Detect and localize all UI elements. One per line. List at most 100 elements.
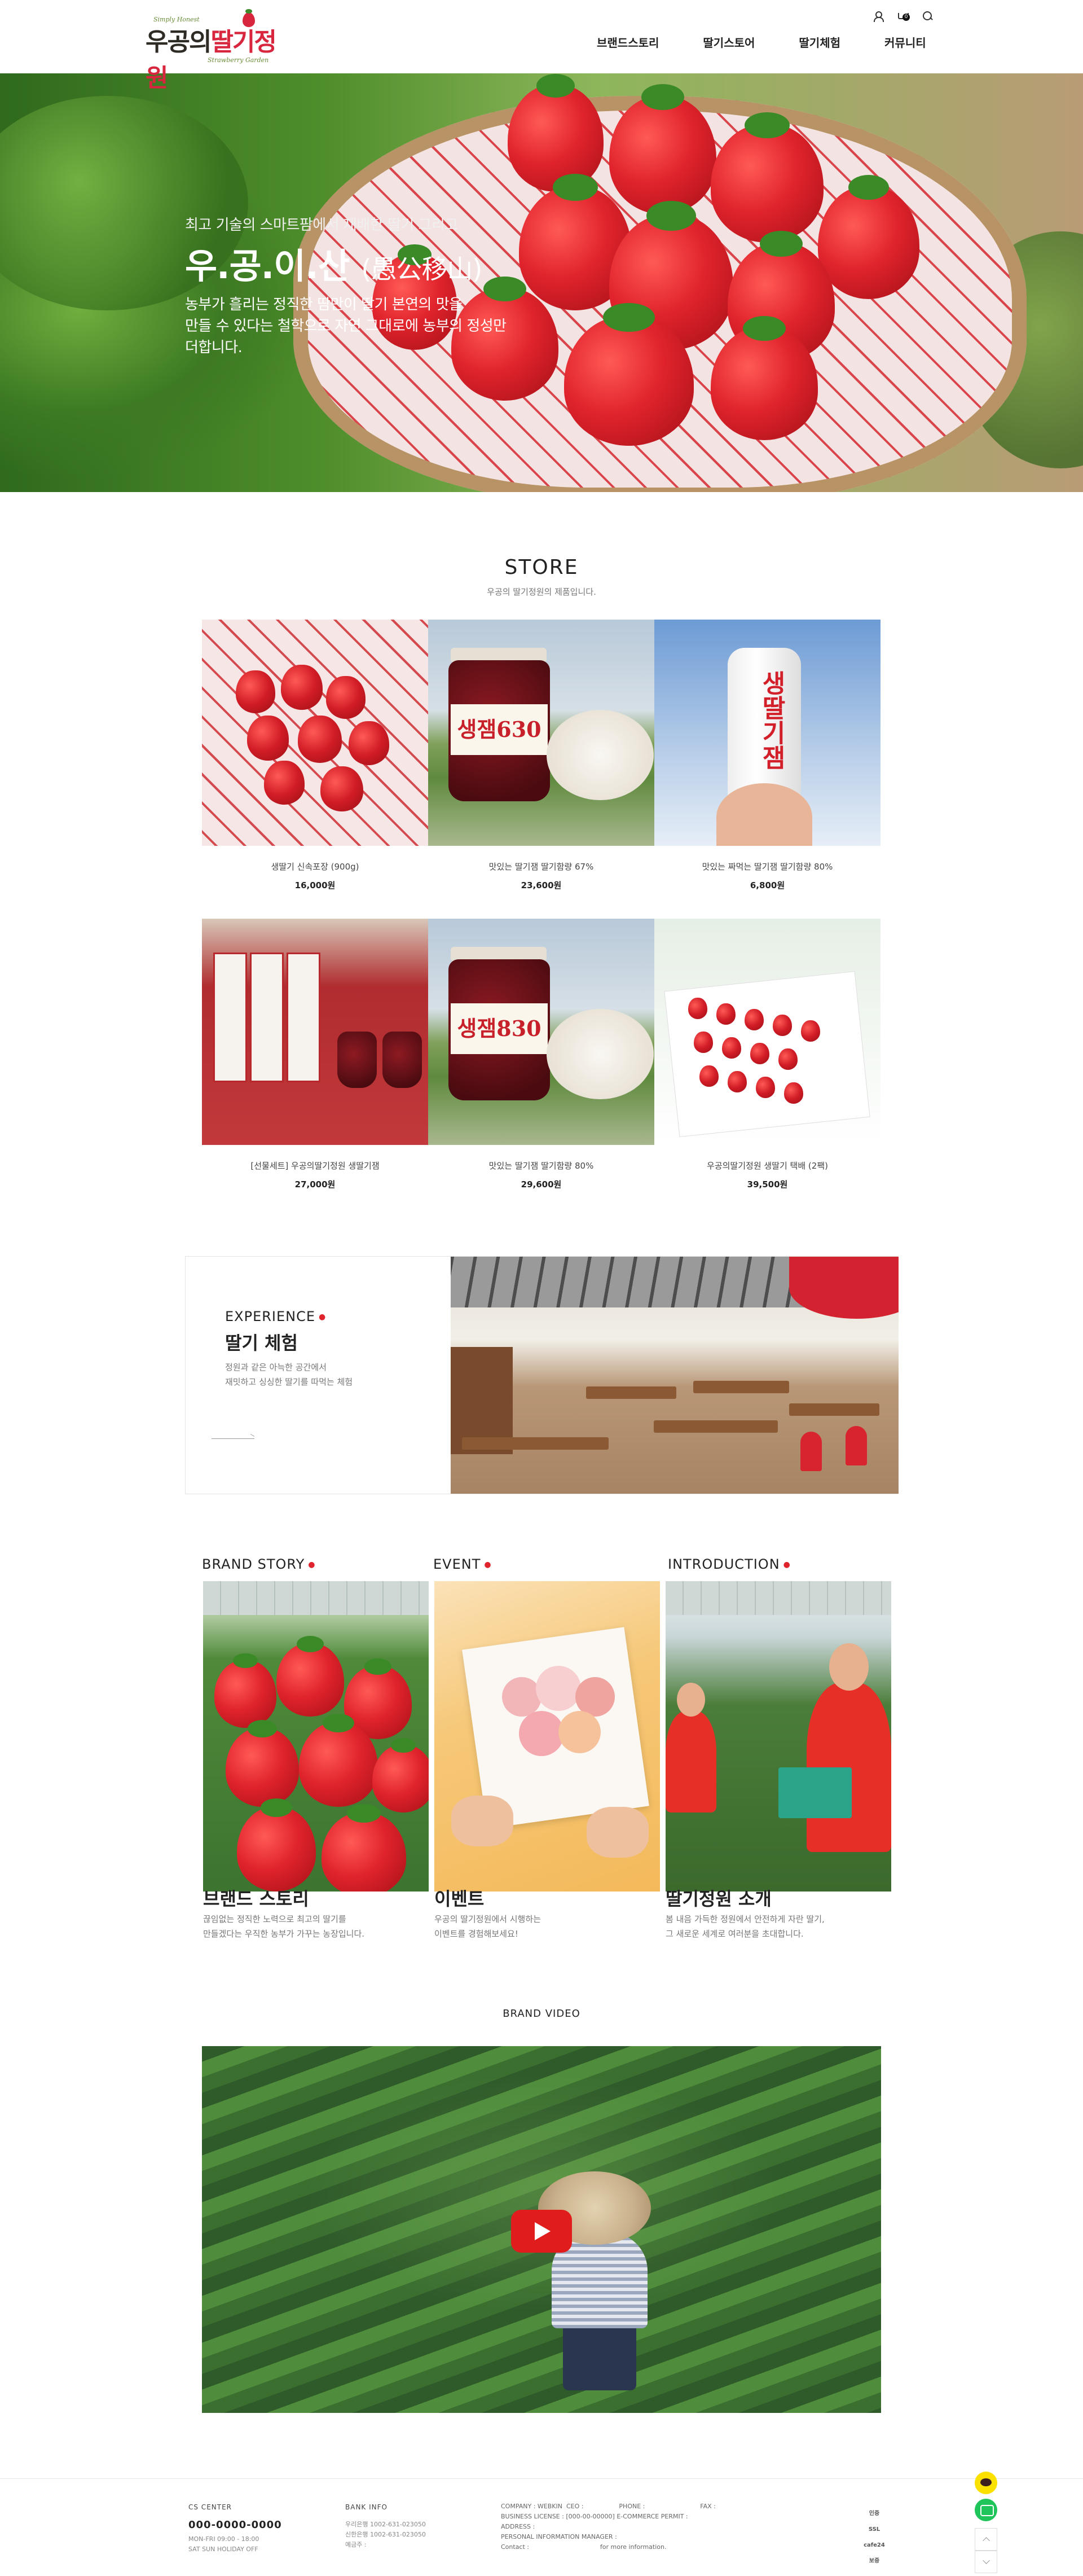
event-heading: EVENT ● xyxy=(433,1556,492,1572)
experience-description: 정원과 같은 아늑한 공간에서 재밋하고 싱싱한 딸기를 따먹는 체험 xyxy=(225,1360,417,1389)
brand-story-desc-line1: 끊임없는 정직한 노력으로 최고의 딸기를 xyxy=(203,1914,346,1924)
strawberry-image xyxy=(711,112,824,243)
product-name[interactable]: [선물세트] 우공의딸기정원 생딸기잼 xyxy=(202,1160,428,1171)
product-name[interactable]: 생딸기 신속포장 (900g) xyxy=(202,861,428,872)
product-card[interactable]: 우공의딸기정원 생딸기 택배 (2팩) 39,500원 xyxy=(654,919,881,1190)
nav-store[interactable]: 딸기스토어 xyxy=(703,34,755,50)
footer-bank-info: BANK INFO 우리은행 1002-631-023050 신한은행 1002… xyxy=(345,2502,426,2550)
footer-company-info: COMPANY : WEBKIN CEO : PHONE : FAX : BUS… xyxy=(501,2502,716,2552)
brand-story-heading: BRAND STORY ● xyxy=(202,1556,315,1572)
arrow-right-icon[interactable] xyxy=(212,1436,257,1442)
hand-image xyxy=(716,783,812,846)
product-card[interactable]: 생딸기 신속포장 (900g) 16,000원 xyxy=(202,620,428,891)
product-image[interactable] xyxy=(202,620,428,846)
cs-title: CS CENTER xyxy=(188,2503,232,2511)
farmer-woman-image xyxy=(666,1711,716,1813)
hero-desc-line3: 더합니다. xyxy=(185,339,243,356)
strawberry-image xyxy=(778,1048,798,1070)
hero-banner: 최고 기술의 스마트팜에서 재배한 딸기 그리고 우.공.이.산 (愚公移山) … xyxy=(0,73,1083,492)
event-title: 이벤트 xyxy=(434,1888,485,1910)
flower-image xyxy=(558,1711,601,1753)
experience-image[interactable] xyxy=(451,1257,899,1494)
product-card[interactable]: [선물세트] 우공의딸기정원 생딸기잼 27,000원 xyxy=(202,919,428,1190)
introduction-desc-line2: 그 새로운 세계로 여러분을 초대합니다. xyxy=(666,1929,804,1939)
company-line1: COMPANY : WEBKIN CEO : PHONE : FAX : xyxy=(501,2503,716,2510)
main-nav: 브랜드스토리 딸기스토어 딸기체험 커뮤니티 xyxy=(597,34,926,50)
product-card[interactable]: 생딸기잼 맛있는 짜먹는 딸기잼 딸기함량 80% 6,800원 xyxy=(654,620,881,891)
product-name[interactable]: 우공의딸기정원 생딸기 택배 (2팩) xyxy=(654,1160,881,1171)
talk-chat-icon[interactable] xyxy=(975,2499,997,2521)
tube-label: 생딸기잼 xyxy=(757,670,786,770)
site-logo[interactable]: Simply Honest 우공의딸기정원 Strawberry Garden xyxy=(146,9,287,93)
nav-experience[interactable]: 딸기체험 xyxy=(799,34,840,50)
cs-phone[interactable]: 000-0000-0000 xyxy=(188,2520,282,2531)
product-image[interactable] xyxy=(202,919,428,1145)
picnic-table xyxy=(654,1420,778,1433)
brand-story-image[interactable] xyxy=(203,1581,429,1892)
brand-story-desc-line2: 만들겠다는 우직한 농부가 가꾸는 농장입니다. xyxy=(203,1929,365,1939)
strawberry-image xyxy=(226,1720,299,1807)
company-line5: Contact : for more information. xyxy=(501,2543,667,2551)
product-price: 29,600원 xyxy=(521,1179,562,1190)
product-image[interactable]: 생잼630 xyxy=(428,620,654,846)
strawberry-image xyxy=(694,1032,713,1053)
logo-name-part1: 우공의 xyxy=(146,28,212,56)
strawberry-image xyxy=(699,1065,719,1087)
strawberry-image xyxy=(264,761,305,805)
product-card[interactable]: 생잼630 맛있는 딸기잼 딸기함량 67% 23,600원 xyxy=(428,620,654,891)
utility-menu: 0 xyxy=(872,10,933,22)
kakao-chat-icon[interactable] xyxy=(975,2472,997,2494)
strawberry-image xyxy=(773,1015,792,1036)
product-name[interactable]: 맛있는 짜먹는 딸기잼 딸기함량 80% xyxy=(654,861,881,872)
product-card[interactable]: 생잼830 맛있는 딸기잼 딸기함량 80% 29,600원 xyxy=(428,919,654,1190)
scroll-top-icon[interactable] xyxy=(975,2528,997,2551)
event-image[interactable] xyxy=(434,1581,660,1892)
farmer-image xyxy=(563,2323,636,2390)
cert-badge-icon[interactable]: 인증 xyxy=(857,2506,891,2522)
strawberry-image xyxy=(508,74,604,192)
flower-image xyxy=(502,1677,542,1717)
certification-badges: 인증 SSL cafe24 보증 xyxy=(857,2506,891,2569)
strawberry-image xyxy=(756,1077,775,1098)
strawberry-image xyxy=(322,1804,406,1892)
cart-count-badge: 0 xyxy=(902,14,910,21)
red-dot-icon: ● xyxy=(308,1560,316,1569)
jam-jar xyxy=(337,1032,377,1088)
nav-community[interactable]: 커뮤니티 xyxy=(884,34,926,50)
gift-item xyxy=(287,953,320,1082)
picnic-table xyxy=(586,1386,676,1399)
experience-text-panel: EXPERIENCE ● 딸기 체험 정원과 같은 아늑한 공간에서 재밋하고 싱… xyxy=(186,1257,451,1494)
strawberry-image xyxy=(237,1798,316,1892)
bank-line1: 우리은행 1002-631-023050 xyxy=(345,2521,426,2528)
cs-hours: MON-FRI 09:00 - 18:00 xyxy=(188,2535,259,2543)
flower-image xyxy=(536,1666,581,1711)
guarantee-badge-icon[interactable]: 보증 xyxy=(857,2553,891,2569)
brand-story-desc: 끊임없는 정직한 노력으로 최고의 딸기를 만들겠다는 우직한 농부가 가꾸는 … xyxy=(203,1912,429,1941)
experience-banner[interactable]: EXPERIENCE ● 딸기 체험 정원과 같은 아늑한 공간에서 재밋하고 싱… xyxy=(185,1256,899,1494)
user-icon[interactable] xyxy=(872,10,884,22)
introduction-image[interactable] xyxy=(666,1581,891,1892)
search-icon[interactable] xyxy=(922,10,933,21)
play-button-icon[interactable] xyxy=(511,2210,572,2253)
strawberry-image xyxy=(372,1738,429,1813)
brand-video-player[interactable] xyxy=(202,2046,881,2413)
product-image[interactable]: 생딸기잼 xyxy=(654,620,881,846)
product-image[interactable] xyxy=(654,919,881,1145)
face-image xyxy=(829,1643,869,1691)
scroll-bottom-icon[interactable] xyxy=(975,2551,997,2573)
site-footer: CS CENTER 000-0000-0000 MON-FRI 09:00 - … xyxy=(0,2478,1083,2576)
strawberry-image xyxy=(784,1082,803,1104)
cart-icon[interactable]: 0 xyxy=(897,10,910,21)
product-image[interactable]: 생잼830 xyxy=(428,919,654,1145)
strawberry-image xyxy=(750,1043,769,1064)
nav-brand-story[interactable]: 브랜드스토리 xyxy=(597,34,659,50)
product-name[interactable]: 맛있는 딸기잼 딸기함량 80% xyxy=(428,1160,654,1171)
ssl-badge-icon[interactable]: SSL xyxy=(857,2522,891,2538)
cafe24-badge-icon[interactable]: cafe24 xyxy=(857,2538,891,2553)
strawberry-image xyxy=(281,665,323,710)
strawberry-image xyxy=(214,1653,276,1728)
product-name[interactable]: 맛있는 딸기잼 딸기함량 67% xyxy=(428,861,654,872)
experience-eng-label: EXPERIENCE xyxy=(225,1309,316,1324)
store-title: STORE xyxy=(504,556,579,579)
strawberry-image xyxy=(298,716,342,763)
